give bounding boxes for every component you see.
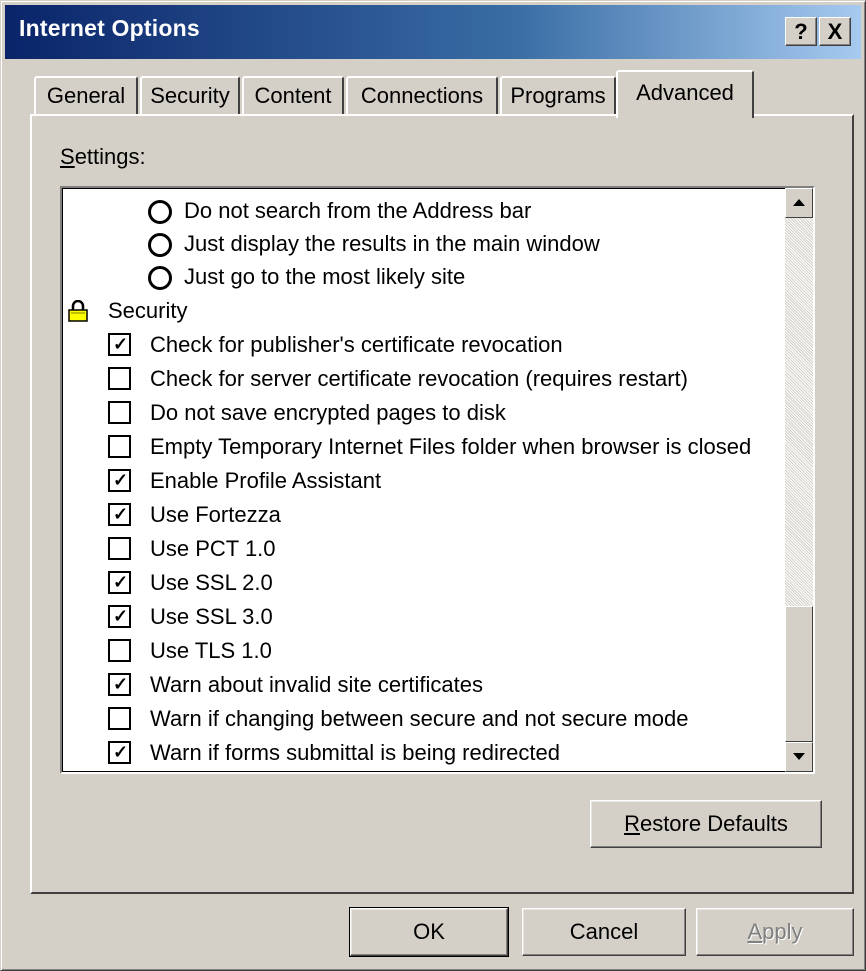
list-item[interactable]: ✓ Use SSL 3.0 (62, 600, 782, 633)
list-item-label: Use TLS 1.0 (150, 638, 272, 663)
list-item[interactable]: Do not search from the Address bar (62, 194, 782, 227)
tab-connections[interactable]: Connections (346, 76, 498, 114)
list-item[interactable]: ✓ Warn about invalid site certificates (62, 668, 782, 701)
checkbox[interactable]: ✓ (108, 673, 131, 696)
list-item-label: Just display the results in the main win… (184, 231, 600, 256)
list-item[interactable]: Use PCT 1.0 (62, 532, 782, 565)
tab-advanced[interactable]: Advanced (616, 70, 754, 118)
list-item[interactable]: Do not save encrypted pages to disk (62, 396, 782, 429)
settings-label: Settings: (60, 144, 146, 170)
list-item-label: Warn if changing between secure and not … (150, 706, 689, 731)
checkbox[interactable]: ✓ (108, 741, 131, 764)
checkbox[interactable] (108, 435, 131, 458)
list-item-label: Empty Temporary Internet Files folder wh… (150, 434, 752, 459)
list-item-label: Warn if forms submittal is being redirec… (150, 740, 560, 765)
tab-label: Security (150, 83, 230, 108)
close-button[interactable]: X (819, 17, 851, 46)
checkbox[interactable]: ✓ (108, 503, 131, 526)
check-mark-icon: ✓ (113, 504, 129, 524)
radio-button[interactable] (148, 200, 172, 224)
list-item-label: Use Fortezza (150, 502, 281, 527)
tab-security[interactable]: Security (140, 76, 240, 114)
lock-icon (68, 300, 88, 322)
settings-accelerator: S (60, 144, 75, 169)
tab-content[interactable]: Content (242, 76, 344, 114)
cancel-button[interactable]: Cancel (522, 908, 686, 956)
tab-label: Connections (360, 83, 484, 108)
list-item-label: Warn about invalid site certificates (150, 672, 483, 697)
list-item[interactable]: Check for server certificate revocation … (62, 362, 782, 395)
list-item-label: Check for publisher's certificate revoca… (150, 332, 563, 357)
list-item[interactable]: ✓ Use Fortezza (62, 498, 782, 531)
checkbox[interactable]: ✓ (108, 469, 131, 492)
list-item-label: Use SSL 2.0 (150, 570, 273, 595)
apply-button[interactable]: Apply (696, 908, 854, 956)
list-item[interactable]: Just go to the most likely site (62, 260, 782, 293)
vertical-scrollbar[interactable] (785, 188, 813, 772)
scroll-up-button[interactable] (785, 188, 813, 218)
list-item[interactable]: ✓ Enable Profile Assistant (62, 464, 782, 497)
list-item-label: Enable Profile Assistant (150, 468, 382, 493)
check-mark-icon: ✓ (113, 606, 129, 626)
group-label: Security (108, 298, 188, 323)
scroll-down-button[interactable] (785, 742, 813, 772)
window-title: Internet Options (19, 15, 200, 41)
checkbox[interactable] (108, 401, 131, 424)
settings-group-security: Security (62, 294, 782, 327)
list-item[interactable]: Just display the results in the main win… (62, 227, 782, 260)
check-mark-icon: ✓ (113, 470, 129, 490)
checkbox[interactable]: ✓ (108, 605, 131, 628)
list-item[interactable]: ✓ Warn if forms submittal is being redir… (62, 736, 782, 769)
arrow-down-icon (793, 753, 805, 760)
settings-label-text: ettings: (74, 144, 146, 169)
arrow-up-icon (793, 199, 805, 206)
checkbox[interactable] (108, 707, 131, 730)
help-button[interactable]: ? (785, 17, 817, 46)
tab-programs[interactable]: Programs (500, 76, 616, 114)
checkbox[interactable] (108, 639, 131, 662)
list-item[interactable]: ✓ Check for publisher's certificate revo… (62, 328, 782, 361)
scrollbar-thumb[interactable] (785, 606, 813, 742)
list-item-label: Do not search from the Address bar (184, 198, 532, 223)
radio-button[interactable] (148, 266, 172, 290)
check-mark-icon: ✓ (113, 742, 129, 762)
restore-defaults-button[interactable]: Restore Defaults (590, 800, 822, 848)
list-item-label: Just go to the most likely site (184, 264, 466, 289)
check-mark-icon: ✓ (113, 572, 129, 592)
apply-accelerator: A (747, 919, 763, 944)
checkbox[interactable] (108, 537, 131, 560)
check-mark-icon: ✓ (113, 674, 129, 694)
list-item-label: Use SSL 3.0 (150, 604, 273, 629)
title-bar: Internet Options ? X (5, 5, 861, 59)
checkbox[interactable]: ✓ (108, 333, 131, 356)
checkbox[interactable]: ✓ (108, 571, 131, 594)
settings-list[interactable]: Do not search from the Address bar Just … (60, 186, 815, 774)
list-item-label: Use PCT 1.0 (150, 536, 276, 561)
radio-button[interactable] (148, 233, 172, 257)
tab-label: Content (254, 83, 332, 108)
tab-label: Programs (510, 83, 606, 108)
apply-label: pply (762, 919, 803, 944)
list-item[interactable]: Use TLS 1.0 (62, 634, 782, 667)
list-item-label: Check for server certificate revocation … (150, 366, 688, 391)
checkbox[interactable] (108, 367, 131, 390)
tab-general[interactable]: General (34, 76, 138, 114)
check-mark-icon: ✓ (113, 334, 129, 354)
list-item[interactable]: Warn if changing between secure and not … (62, 702, 782, 735)
tab-label: Advanced (636, 80, 734, 105)
restore-label: estore Defaults (639, 811, 788, 836)
tab-label: General (46, 83, 126, 108)
restore-accelerator: R (624, 811, 640, 836)
ok-button[interactable]: OK (349, 907, 509, 957)
list-item-label: Do not save encrypted pages to disk (150, 400, 506, 425)
list-item[interactable]: Empty Temporary Internet Files folder wh… (62, 430, 782, 463)
settings-list-content: Do not search from the Address bar Just … (62, 188, 787, 772)
list-item[interactable]: ✓ Use SSL 2.0 (62, 566, 782, 599)
